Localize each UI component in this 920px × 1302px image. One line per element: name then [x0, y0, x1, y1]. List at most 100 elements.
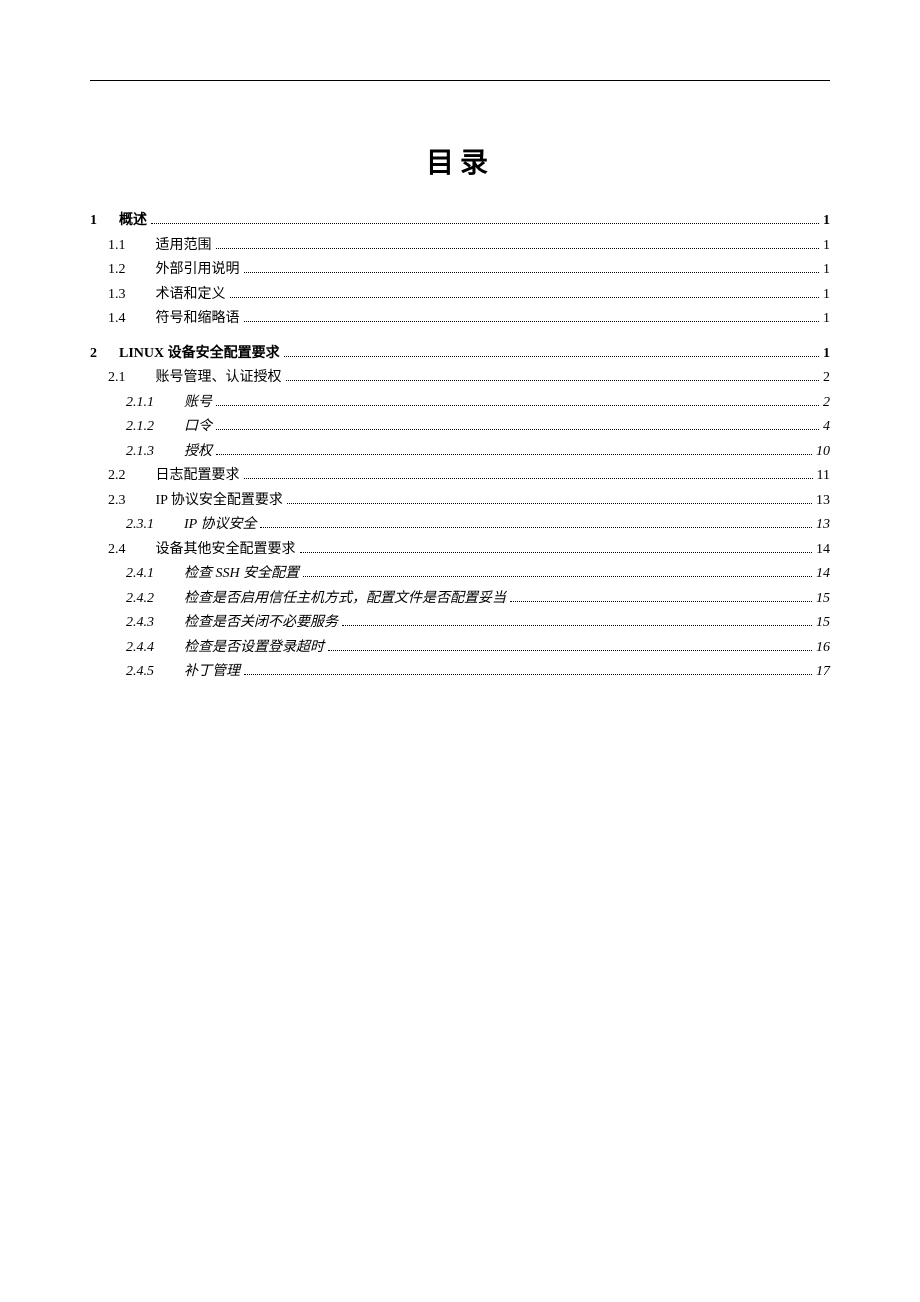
toc-leader-dots [303, 569, 812, 577]
toc-title: 目录 [90, 141, 830, 181]
toc-entry-label: 术语和定义 [156, 283, 226, 308]
toc-entry-label: LINUX 设备安全配置要求 [119, 342, 280, 367]
toc-entry-page: 1 [823, 258, 830, 283]
toc-entry-page: 10 [816, 440, 830, 465]
toc-entry-label: 账号 [184, 391, 212, 416]
toc-entry-number: 2.4 [108, 538, 126, 563]
toc-entry[interactable]: 2.1.2 口令 4 [90, 415, 830, 440]
toc-entry[interactable]: 1.4 符号和缩略语 1 [90, 307, 830, 332]
toc-entry-label: 补丁管理 [184, 660, 240, 685]
toc-entry[interactable]: 2.1 账号管理、认证授权 2 [90, 366, 830, 391]
toc-entry-label: 检查是否启用信任主机方式，配置文件是否配置妥当 [184, 587, 506, 612]
toc-leader-dots [287, 496, 812, 504]
toc-entry-page: 1 [823, 234, 830, 259]
toc-entry-number: 2.3.1 [126, 513, 154, 538]
toc-entry[interactable]: 2.1.1 账号 2 [90, 391, 830, 416]
header-rule [90, 80, 830, 81]
toc-entry-label: IP 协议安全配置要求 [156, 489, 283, 514]
toc-entry[interactable]: 2.2 日志配置要求 11 [90, 464, 830, 489]
toc-leader-dots [510, 594, 812, 602]
document-page: 目录 1 概述 1 1.1 适用范围 1 1.2 外部引用说明 1 1.3 术语和定义 1 1.4 符号和… [0, 0, 920, 1302]
toc-entry-number: 2.4.2 [126, 587, 154, 612]
toc-entry-page: 14 [816, 538, 830, 563]
toc-entry-label: 日志配置要求 [156, 464, 240, 489]
toc-entry-number: 1.4 [108, 307, 126, 332]
toc-entry-number: 2.1.3 [126, 440, 154, 465]
toc-entry-page: 16 [816, 636, 830, 661]
toc-entry-page: 13 [816, 513, 830, 538]
toc-entry-label: 检查是否设置登录超时 [184, 636, 324, 661]
toc-entry-page: 11 [817, 464, 830, 489]
toc-entry-number: 2.1.2 [126, 415, 154, 440]
toc-entry-number: 2.4.4 [126, 636, 154, 661]
toc-leader-dots [216, 398, 819, 406]
toc-entry-number: 2 [90, 342, 97, 367]
toc-entry-page: 4 [823, 415, 830, 440]
toc-entry-page: 1 [823, 342, 830, 367]
toc-entry[interactable]: 2.4.4 检查是否设置登录超时 16 [90, 636, 830, 661]
toc-leader-dots [328, 643, 812, 651]
toc-entry[interactable]: 2.3.1 IP 协议安全 13 [90, 513, 830, 538]
toc-entry-label: 账号管理、认证授权 [156, 366, 282, 391]
toc-leader-dots [300, 545, 813, 553]
toc-entry-page: 15 [816, 587, 830, 612]
toc-leader-dots [244, 314, 820, 322]
toc-entry-number: 2.3 [108, 489, 126, 514]
toc-list: 1 概述 1 1.1 适用范围 1 1.2 外部引用说明 1 1.3 术语和定义 1 1.4 符号和缩略语… [90, 209, 830, 685]
toc-entry-label: 设备其他安全配置要求 [156, 538, 296, 563]
toc-entry-page: 2 [823, 366, 830, 391]
toc-leader-dots [244, 667, 812, 675]
toc-leader-dots [216, 422, 819, 430]
toc-leader-dots [342, 618, 812, 626]
toc-entry-label: 外部引用说明 [156, 258, 240, 283]
toc-entry-label: 概述 [119, 209, 147, 234]
toc-entry[interactable]: 2.4.5 补丁管理 17 [90, 660, 830, 685]
toc-entry[interactable]: 1.3 术语和定义 1 [90, 283, 830, 308]
toc-entry[interactable]: 2.4 设备其他安全配置要求 14 [90, 538, 830, 563]
toc-entry-number: 2.4.5 [126, 660, 154, 685]
toc-leader-dots [286, 373, 820, 381]
toc-entry[interactable]: 2.4.2 检查是否启用信任主机方式，配置文件是否配置妥当 15 [90, 587, 830, 612]
toc-entry-number: 1.1 [108, 234, 126, 259]
toc-entry-number: 2.4.1 [126, 562, 154, 587]
toc-leader-dots [151, 216, 819, 224]
toc-entry-number: 2.4.3 [126, 611, 154, 636]
toc-entry-label: 适用范围 [156, 234, 212, 259]
toc-leader-dots [230, 290, 820, 298]
toc-entry[interactable]: 2.1.3 授权 10 [90, 440, 830, 465]
toc-entry[interactable]: 1.2 外部引用说明 1 [90, 258, 830, 283]
toc-entry[interactable]: 2.4.3 检查是否关闭不必要服务 15 [90, 611, 830, 636]
toc-entry-page: 1 [823, 283, 830, 308]
toc-leader-dots [244, 471, 813, 479]
toc-entry-page: 2 [823, 391, 830, 416]
toc-leader-dots [244, 265, 820, 273]
toc-entry-page: 15 [816, 611, 830, 636]
toc-leader-dots [216, 241, 820, 249]
toc-entry-page: 1 [823, 307, 830, 332]
toc-entry[interactable]: 2.4.1 检查 SSH 安全配置 14 [90, 562, 830, 587]
toc-entry-number: 1.3 [108, 283, 126, 308]
toc-entry-page: 14 [816, 562, 830, 587]
toc-entry-label: 口令 [184, 415, 212, 440]
toc-entry[interactable]: 1 概述 1 [90, 209, 830, 234]
toc-leader-dots [216, 447, 812, 455]
toc-entry-label: 授权 [184, 440, 212, 465]
toc-entry-label: 符号和缩略语 [156, 307, 240, 332]
toc-leader-dots [260, 520, 812, 528]
toc-entry-label: IP 协议安全 [184, 513, 256, 538]
toc-entry-number: 2.1.1 [126, 391, 154, 416]
toc-entry[interactable]: 1.1 适用范围 1 [90, 234, 830, 259]
toc-entry-page: 1 [823, 209, 830, 234]
toc-entry-number: 2.2 [108, 464, 126, 489]
toc-entry[interactable]: 2 LINUX 设备安全配置要求 1 [90, 342, 830, 367]
toc-entry-page: 17 [816, 660, 830, 685]
toc-leader-dots [284, 349, 819, 357]
toc-entry-page: 13 [816, 489, 830, 514]
toc-section-gap [90, 332, 830, 342]
toc-entry-label: 检查 SSH 安全配置 [184, 562, 299, 587]
toc-entry-number: 1.2 [108, 258, 126, 283]
toc-entry-number: 2.1 [108, 366, 126, 391]
toc-entry[interactable]: 2.3 IP 协议安全配置要求 13 [90, 489, 830, 514]
toc-entry-label: 检查是否关闭不必要服务 [184, 611, 338, 636]
toc-entry-number: 1 [90, 209, 97, 234]
